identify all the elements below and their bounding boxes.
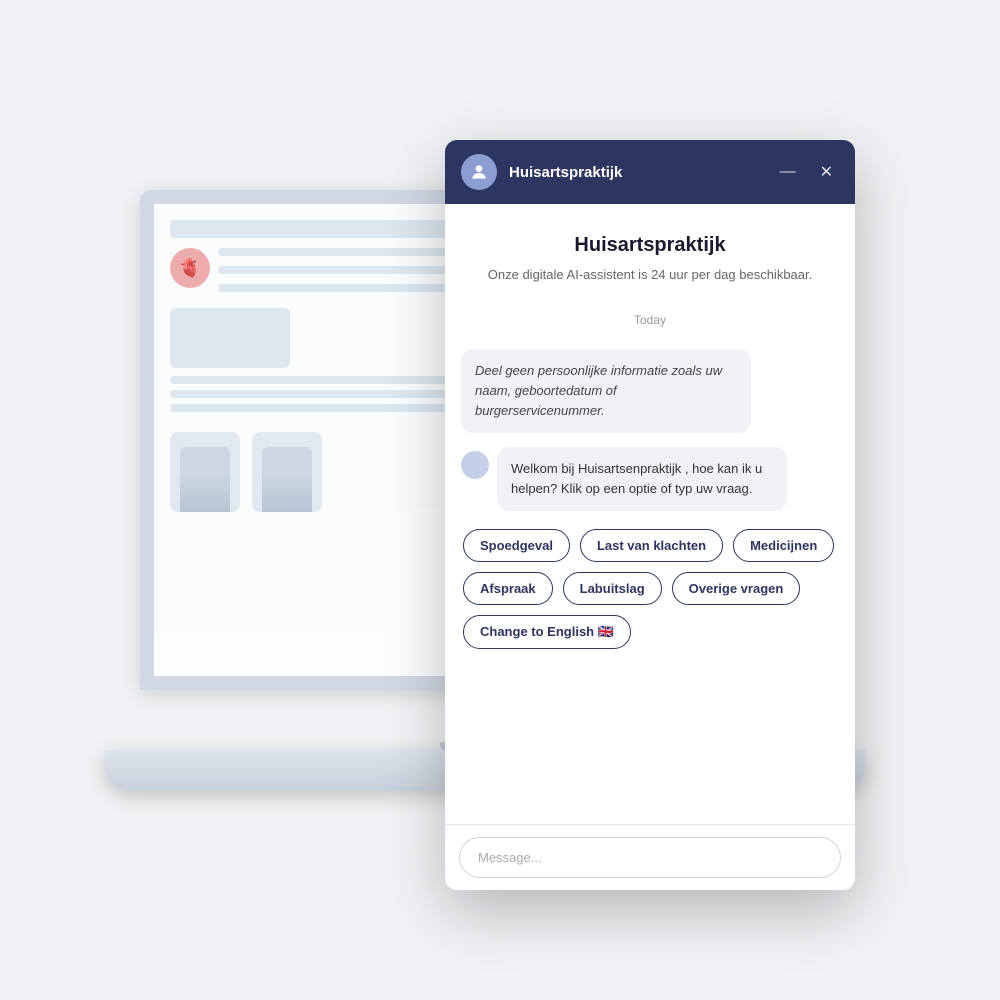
chat-intro: Huisartspraktijk Onze digitale AI-assist… xyxy=(461,224,839,291)
laptop-line-3 xyxy=(218,284,475,292)
chat-input-area xyxy=(445,824,855,890)
avatar xyxy=(461,154,497,190)
chat-buttons: Spoedgeval Last van klachten Medicijnen … xyxy=(461,525,839,653)
minimize-button[interactable]: — xyxy=(774,161,802,183)
message-bubble-welcome: Welkom bij Huisartsenpraktijk , hoe kan … xyxy=(497,447,787,511)
laptop-avatar-figure-2 xyxy=(262,447,312,512)
laptop-wrapper: 🫀 xyxy=(90,90,910,910)
close-button[interactable]: ✕ xyxy=(814,160,839,184)
message-bubble-disclaimer: Deel geen persoonlijke informatie zoals … xyxy=(461,349,751,433)
laptop-block xyxy=(170,308,290,368)
chat-window: Huisartspraktijk — ✕ Huisartspraktijk On… xyxy=(445,140,855,890)
chat-intro-title: Huisartspraktijk xyxy=(461,234,839,257)
btn-spoedgeval[interactable]: Spoedgeval xyxy=(463,529,570,562)
btn-change-to-english[interactable]: Change to English 🇬🇧 xyxy=(463,615,631,649)
bot-icon xyxy=(461,451,489,479)
chat-body: Huisartspraktijk Onze digitale AI-assist… xyxy=(445,204,855,824)
btn-labuitslag[interactable]: Labuitslag xyxy=(563,572,662,605)
btn-medicijnen[interactable]: Medicijnen xyxy=(733,529,834,562)
laptop-avatar-1 xyxy=(170,432,240,512)
laptop-avatar-2 xyxy=(252,432,322,512)
message-row: Deel geen persoonlijke informatie zoals … xyxy=(461,349,839,433)
chat-intro-subtitle: Onze digitale AI-assistent is 24 uur per… xyxy=(461,265,839,285)
message-row: Welkom bij Huisartsenpraktijk , hoe kan … xyxy=(461,447,839,511)
chat-title: Huisartspraktijk xyxy=(509,164,762,181)
btn-last-van-klachten[interactable]: Last van klachten xyxy=(580,529,723,562)
btn-overige-vragen[interactable]: Overige vragen xyxy=(672,572,801,605)
btn-afspraak[interactable]: Afspraak xyxy=(463,572,553,605)
laptop-logo: 🫀 xyxy=(170,248,210,288)
laptop-avatar-figure-1 xyxy=(180,447,230,512)
chat-header: Huisartspraktijk — ✕ xyxy=(445,140,855,204)
chat-date-label: Today xyxy=(461,313,839,327)
message-input[interactable] xyxy=(459,837,841,878)
